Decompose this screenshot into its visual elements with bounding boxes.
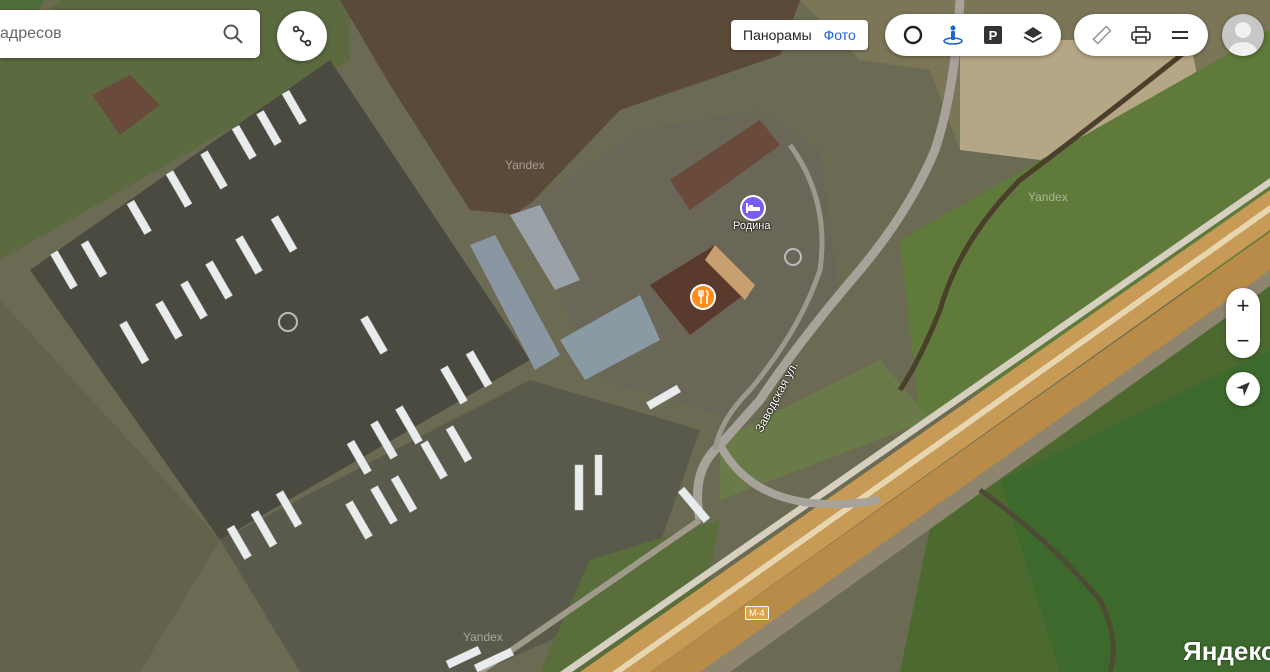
restaurant-icon[interactable] xyxy=(692,286,714,308)
photo-button[interactable]: Фото xyxy=(818,27,862,43)
printer-icon xyxy=(1131,26,1151,44)
zoom-in-button[interactable]: + xyxy=(1226,288,1260,323)
panorama-man-button[interactable] xyxy=(933,14,973,56)
highway-shield: М-4 xyxy=(745,606,769,620)
user-avatar[interactable] xyxy=(1222,14,1264,56)
print-button[interactable] xyxy=(1121,14,1160,56)
search-box[interactable]: адресов xyxy=(0,10,260,58)
search-icon[interactable] xyxy=(222,23,244,45)
geolocation-button[interactable] xyxy=(1226,372,1260,406)
satellite-map[interactable] xyxy=(0,0,1270,672)
location-arrow-icon xyxy=(1236,382,1250,396)
ruler-icon xyxy=(1092,25,1112,45)
map-watermark: Yandex xyxy=(505,158,545,172)
user-icon xyxy=(1229,22,1257,56)
yandex-logo: Яндекс xyxy=(1183,636,1270,666)
tools-controls xyxy=(1074,14,1208,56)
search-input[interactable]: адресов xyxy=(0,25,222,43)
parking-icon: P xyxy=(984,26,1002,44)
map-watermark: Yandex xyxy=(1028,190,1068,204)
layers-icon xyxy=(1023,27,1043,44)
panorama-photo-switch: Панорамы Фото xyxy=(731,20,868,50)
panoramas-button[interactable]: Панорамы xyxy=(737,27,818,43)
route-button[interactable] xyxy=(277,11,327,61)
parking-button[interactable]: P xyxy=(973,14,1013,56)
traffic-ring-icon xyxy=(903,25,923,45)
hotel-icon[interactable] xyxy=(742,197,764,219)
ruler-button[interactable] xyxy=(1082,14,1121,56)
traffic-button[interactable] xyxy=(893,14,933,56)
map-layer-controls: P xyxy=(885,14,1061,56)
zoom-out-button[interactable]: − xyxy=(1226,323,1260,358)
route-icon xyxy=(292,25,312,47)
panorama-man-icon xyxy=(943,25,963,45)
zoom-control: + − xyxy=(1226,288,1260,358)
menu-icon xyxy=(1172,31,1189,39)
poi-label-rodina[interactable]: Родина xyxy=(733,220,771,232)
menu-button[interactable] xyxy=(1161,14,1200,56)
map-watermark: Yandex xyxy=(463,630,503,644)
layers-button[interactable] xyxy=(1013,14,1053,56)
